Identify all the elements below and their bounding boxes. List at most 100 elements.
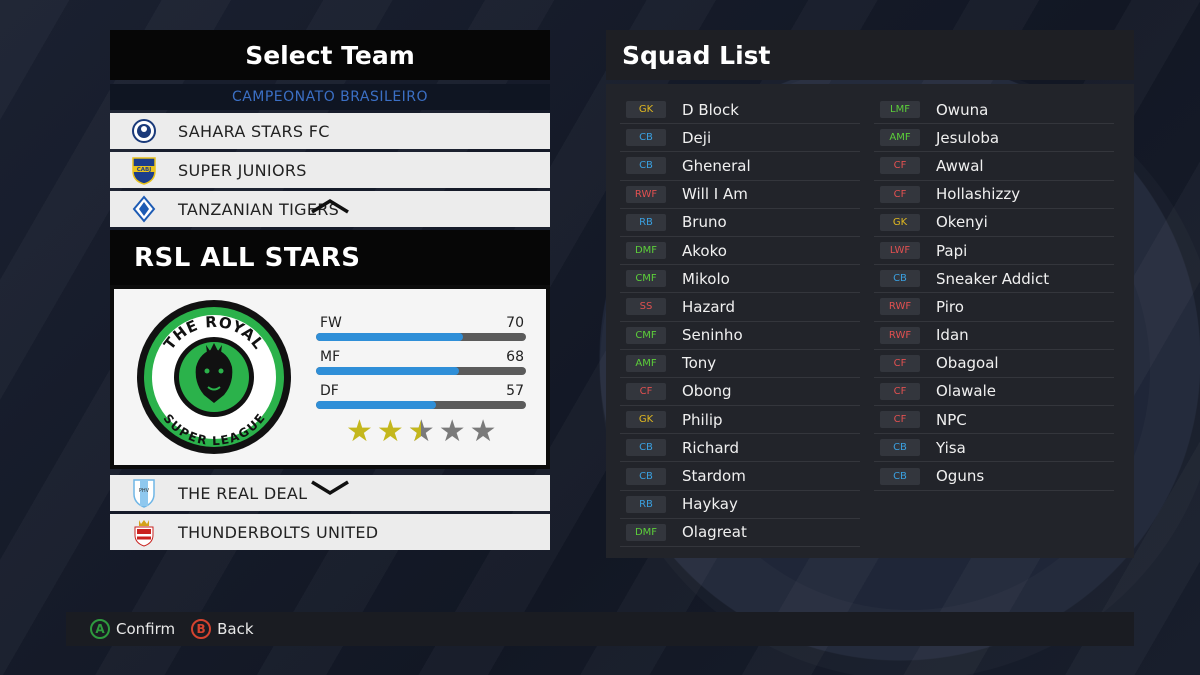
player-row[interactable]: RB Haykay bbox=[620, 491, 860, 519]
position-badge: AMF bbox=[626, 354, 666, 372]
player-name: Obong bbox=[682, 382, 732, 401]
player-row[interactable]: GK Okenyi bbox=[874, 209, 1114, 237]
position-badge: RB bbox=[626, 495, 666, 513]
atalanta-crest-icon bbox=[110, 117, 178, 145]
team-name: SUPER JUNIORS bbox=[178, 160, 307, 180]
stat-mf: MF 68 bbox=[316, 349, 526, 383]
player-row[interactable]: DMF Akoko bbox=[620, 237, 860, 266]
player-row[interactable]: CF Hollashizzy bbox=[874, 181, 1114, 209]
player-row[interactable]: CF Obagoal bbox=[874, 350, 1114, 378]
player-name: Olawale bbox=[936, 382, 997, 401]
player-name: Jesuloba bbox=[936, 128, 1000, 147]
player-row[interactable]: CMF Seninho bbox=[620, 322, 860, 350]
position-badge: RWF bbox=[626, 185, 666, 203]
player-name: Hollashizzy bbox=[936, 185, 1021, 204]
player-row[interactable]: LWF Papi bbox=[874, 237, 1114, 266]
confirm-label: Confirm bbox=[116, 620, 176, 638]
squad-list-body: GK D Block CB Deji CB Gheneral RWF Will I Am RB B… bbox=[606, 84, 1134, 558]
player-row[interactable]: CB Deji bbox=[620, 124, 860, 153]
rating-stars: ★ ★ ★ ★ ★ bbox=[346, 414, 497, 449]
player-row[interactable]: AMF Jesuloba bbox=[874, 124, 1114, 153]
chevron-up-icon[interactable] bbox=[310, 195, 350, 220]
position-badge: GK bbox=[626, 411, 666, 429]
player-row[interactable]: CF Obong bbox=[620, 378, 860, 407]
stat-value: 57 bbox=[506, 383, 524, 399]
league-name[interactable]: CAMPEONATO BRASILEIRO bbox=[110, 84, 550, 110]
player-name: Gheneral bbox=[682, 156, 751, 175]
stat-bar-track bbox=[316, 401, 526, 409]
player-row[interactable]: RB Bruno bbox=[620, 209, 860, 237]
position-badge: GK bbox=[880, 213, 920, 231]
player-row[interactable]: GK Philip bbox=[620, 406, 860, 435]
position-badge: DMF bbox=[626, 523, 666, 541]
player-row[interactable]: CB Gheneral bbox=[620, 152, 860, 181]
player-row[interactable]: CB Stardom bbox=[620, 462, 860, 491]
select-team-title: Select Team bbox=[110, 30, 550, 80]
player-row[interactable]: RWF Piro bbox=[874, 293, 1114, 322]
stat-bar-fill bbox=[316, 333, 463, 341]
position-badge: SS bbox=[626, 298, 666, 316]
player-name: Papi bbox=[936, 241, 968, 260]
player-name: Richard bbox=[682, 438, 739, 457]
back-label: Back bbox=[217, 620, 254, 638]
player-row[interactable]: CB Yisa bbox=[874, 434, 1114, 463]
stat-bar-track bbox=[316, 367, 526, 375]
squad-column-right: LMF Owuna AMF Jesuloba CF Awwal CF Hollashizzy G… bbox=[874, 96, 1114, 558]
team-row-tanzanian-tigers[interactable]: TANZANIAN TIGERS bbox=[110, 191, 550, 227]
team-row-thunderbolts-united[interactable]: THUNDERBOLTS UNITED bbox=[110, 514, 550, 550]
player-row[interactable]: DMF Olagreat bbox=[620, 519, 860, 547]
phv-crest-icon: PHV bbox=[110, 478, 178, 508]
position-badge: CF bbox=[880, 382, 920, 400]
star-icon: ★ bbox=[346, 414, 373, 449]
selected-team-card[interactable]: THE ROYAL SUPER LEAGUE EST 2023 FW 70 MF bbox=[110, 285, 550, 469]
player-row[interactable]: SS Hazard bbox=[620, 293, 860, 322]
stat-bar-fill bbox=[316, 367, 459, 375]
monaco-crest-icon bbox=[110, 517, 178, 547]
stat-bar-fill bbox=[316, 401, 436, 409]
player-row[interactable]: CF Awwal bbox=[874, 152, 1114, 181]
player-row[interactable]: CF Olawale bbox=[874, 378, 1114, 407]
controls-bar: A Confirm B Back bbox=[66, 612, 1134, 646]
player-name: Awwal bbox=[936, 156, 984, 175]
player-row[interactable]: RWF Idan bbox=[874, 322, 1114, 350]
team-row-sahara-stars[interactable]: SAHARA STARS FC bbox=[110, 113, 550, 149]
svg-text:PHV: PHV bbox=[139, 488, 150, 494]
stat-label: FW bbox=[320, 315, 342, 331]
chevron-down-icon[interactable] bbox=[310, 477, 350, 502]
position-badge: CB bbox=[626, 157, 666, 175]
position-badge: CF bbox=[626, 382, 666, 400]
player-name: D Block bbox=[682, 100, 739, 119]
star-icon: ★ bbox=[438, 414, 466, 449]
player-row[interactable]: RWF Will I Am bbox=[620, 181, 860, 209]
stat-df: DF 57 bbox=[316, 383, 526, 417]
star-icon: ★ bbox=[408, 417, 435, 448]
position-badge: GK bbox=[626, 101, 666, 119]
position-badge: CMF bbox=[626, 326, 666, 344]
player-name: Olagreat bbox=[682, 523, 747, 542]
team-row-super-juniors[interactable]: CABJ SUPER JUNIORS bbox=[110, 152, 550, 188]
player-name: Piro bbox=[936, 297, 964, 316]
player-row[interactable]: GK D Block bbox=[620, 96, 860, 125]
position-badge: CB bbox=[880, 467, 920, 485]
back-button[interactable]: B Back bbox=[191, 619, 254, 639]
player-name: Will I Am bbox=[682, 185, 748, 204]
player-row[interactable]: CF NPC bbox=[874, 406, 1114, 435]
player-name: Tony bbox=[682, 354, 717, 373]
player-row[interactable]: CB Sneaker Addict bbox=[874, 265, 1114, 294]
player-row[interactable]: CMF Mikolo bbox=[620, 265, 860, 294]
b-button-icon: B bbox=[191, 619, 212, 639]
stat-label: DF bbox=[320, 383, 339, 399]
player-name: Mikolo bbox=[682, 269, 730, 288]
player-row[interactable]: CB Richard bbox=[620, 434, 860, 463]
player-name: Deji bbox=[682, 128, 712, 147]
confirm-button[interactable]: A Confirm bbox=[90, 619, 175, 639]
player-name: Okenyi bbox=[936, 213, 988, 232]
player-name: Obagoal bbox=[936, 354, 999, 373]
position-badge: LMF bbox=[880, 101, 920, 119]
position-badge: CB bbox=[880, 439, 920, 457]
team-row-the-real-deal[interactable]: PHV THE REAL DEAL bbox=[110, 475, 550, 511]
player-row[interactable]: LMF Owuna bbox=[874, 96, 1114, 125]
dynamo-crest-icon bbox=[110, 195, 178, 223]
player-row[interactable]: AMF Tony bbox=[620, 350, 860, 378]
player-row[interactable]: CB Oguns bbox=[874, 462, 1114, 491]
